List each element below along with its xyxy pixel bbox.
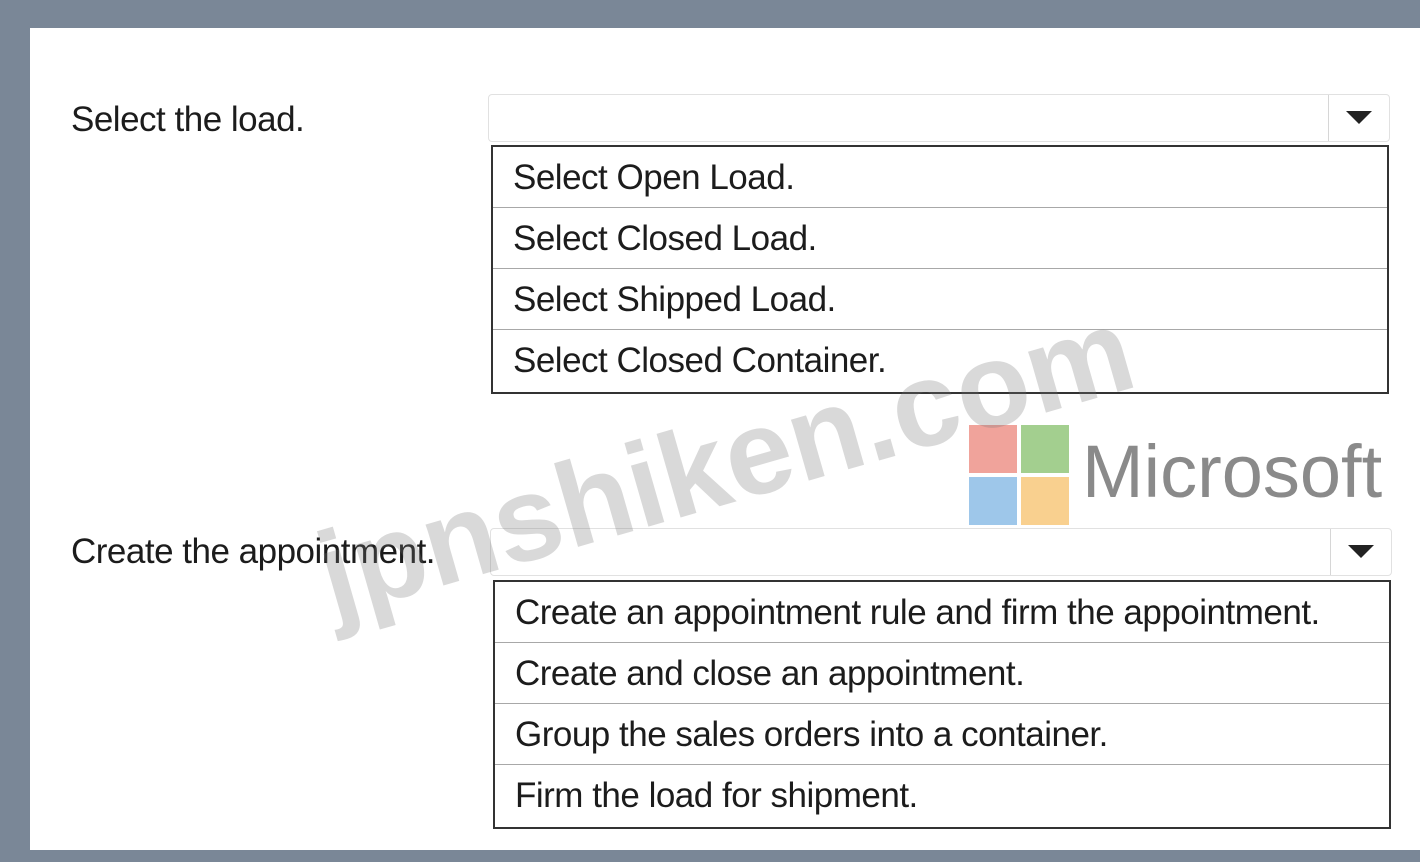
- question-1-label: Select the load.: [71, 100, 305, 139]
- question-2-dropdown[interactable]: [490, 528, 1392, 576]
- question-1-dropdown[interactable]: [488, 94, 1390, 142]
- chevron-down-icon: [1346, 111, 1372, 124]
- question-2-option-create-close-appointment[interactable]: Create and close an appointment.: [495, 643, 1389, 704]
- question-2-option-group-sales-orders[interactable]: Group the sales orders into a container.: [495, 704, 1389, 765]
- question-2-options-list: Create an appointment rule and firm the …: [493, 580, 1391, 829]
- question-1-option-closed-container[interactable]: Select Closed Container.: [493, 330, 1387, 391]
- question-1-option-closed-load[interactable]: Select Closed Load.: [493, 208, 1387, 269]
- question-1-options-list: Select Open Load. Select Closed Load. Se…: [491, 145, 1389, 394]
- question-1-option-shipped-load[interactable]: Select Shipped Load.: [493, 269, 1387, 330]
- question-2-dropdown-toggle[interactable]: [1330, 529, 1391, 575]
- question-2-label: Create the appointment.: [71, 532, 436, 571]
- question-1-option-open-load[interactable]: Select Open Load.: [493, 147, 1387, 208]
- question-1-dropdown-toggle[interactable]: [1328, 95, 1389, 141]
- chevron-down-icon: [1348, 545, 1374, 558]
- question-2-option-appointment-rule[interactable]: Create an appointment rule and firm the …: [495, 582, 1389, 643]
- question-2-option-firm-load[interactable]: Firm the load for shipment.: [495, 765, 1389, 826]
